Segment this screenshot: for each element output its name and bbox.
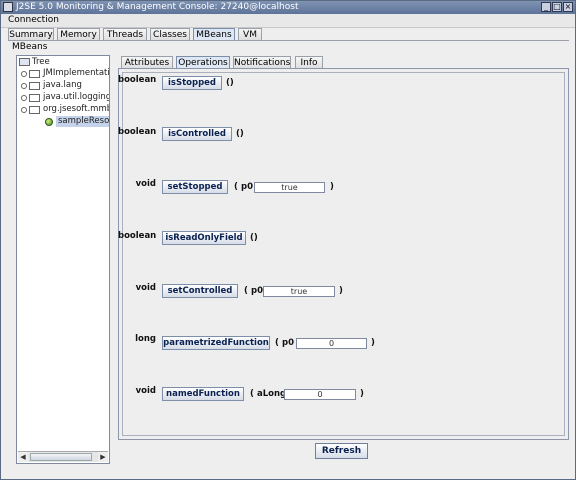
refresh-button[interactable]: Refresh <box>315 443 368 459</box>
param-name: p0 <box>251 286 263 296</box>
console-window: J2SE 5.0 Monitoring & Management Console… <box>0 0 576 480</box>
param-close-paren: ) <box>330 182 334 192</box>
invoke-setstopped-button[interactable]: setStopped <box>162 180 228 194</box>
param-paren: () <box>236 129 244 139</box>
return-type: long <box>135 334 156 344</box>
invoke-parametrizedfunction-button[interactable]: parametrizedFunction <box>162 336 270 350</box>
expand-handle[interactable] <box>21 71 27 77</box>
param-close-paren: ) <box>360 389 364 399</box>
console-icon[interactable] <box>3 2 13 12</box>
invoke-setcontrolled-button[interactable]: setControlled <box>162 284 238 298</box>
section-label: MBeans <box>12 42 48 52</box>
param-input[interactable]: 0 <box>284 389 356 400</box>
tree-node-selected[interactable]: sampleResourc <box>56 116 109 127</box>
scroll-right-icon[interactable]: ▶ <box>98 452 108 462</box>
param-name: aLong <box>257 389 287 399</box>
folder-icon <box>29 106 40 114</box>
operations-panel <box>118 68 569 440</box>
close-icon[interactable]: × <box>563 2 573 12</box>
return-type: void <box>135 179 156 189</box>
title-bar[interactable]: J2SE 5.0 Monitoring & Management Console… <box>1 1 575 14</box>
folder-icon <box>29 70 40 78</box>
invoke-namedfunction-button[interactable]: namedFunction <box>162 387 244 401</box>
tree-node[interactable]: org.jsesoft.mmbi.S <box>43 104 109 115</box>
return-type: boolean <box>118 231 157 241</box>
param-open-paren: ( <box>275 338 279 348</box>
tree-root-icon <box>19 58 30 66</box>
param-name: p0 <box>282 338 294 348</box>
scroll-left-icon[interactable]: ◀ <box>18 452 28 462</box>
tree-node[interactable]: java.util.logging <box>43 92 109 103</box>
return-type: void <box>135 283 156 293</box>
param-close-paren: ) <box>339 286 343 296</box>
param-input[interactable]: true <box>254 182 325 193</box>
param-close-paren: ) <box>371 338 375 348</box>
param-input[interactable]: true <box>263 286 335 297</box>
return-type: boolean <box>118 127 157 137</box>
tab-divider <box>8 40 569 41</box>
param-input[interactable]: 0 <box>296 338 367 349</box>
param-name: p0 <box>241 182 253 192</box>
window-title: J2SE 5.0 Monitoring & Management Console… <box>16 2 299 12</box>
param-open-paren: ( <box>234 182 238 192</box>
param-open-paren: ( <box>250 389 254 399</box>
minimize-icon[interactable]: _ <box>541 2 551 12</box>
return-type: boolean <box>118 75 157 85</box>
folder-icon <box>29 94 40 102</box>
scroll-thumb[interactable] <box>30 453 92 461</box>
maximize-icon[interactable]: □ <box>552 2 562 12</box>
collapse-handle[interactable] <box>21 107 27 113</box>
tree-node[interactable]: java.lang <box>43 80 82 91</box>
mbean-icon <box>45 118 53 126</box>
return-type: void <box>135 386 156 396</box>
tree-root-label[interactable]: Tree <box>32 57 50 68</box>
invoke-iscontrolled-button[interactable]: isControlled <box>162 127 232 141</box>
tree-horizontal-scrollbar[interactable]: ◀ ▶ <box>18 451 108 462</box>
param-paren: () <box>250 233 258 243</box>
param-open-paren: ( <box>244 286 248 296</box>
tree-node[interactable]: JMImplementation <box>43 68 109 79</box>
expand-handle[interactable] <box>21 83 27 89</box>
expand-handle[interactable] <box>21 95 27 101</box>
menu-connection[interactable]: Connection <box>8 14 59 27</box>
param-paren: () <box>226 78 234 88</box>
invoke-isstopped-button[interactable]: isStopped <box>162 76 222 90</box>
invoke-isreadonlyfield-button[interactable]: isReadOnlyField <box>162 231 246 245</box>
mbean-tree[interactable]: Tree JMImplementation java.lang java.uti… <box>16 55 110 464</box>
menu-bar: Connection <box>1 14 575 28</box>
folder-icon <box>29 82 40 90</box>
